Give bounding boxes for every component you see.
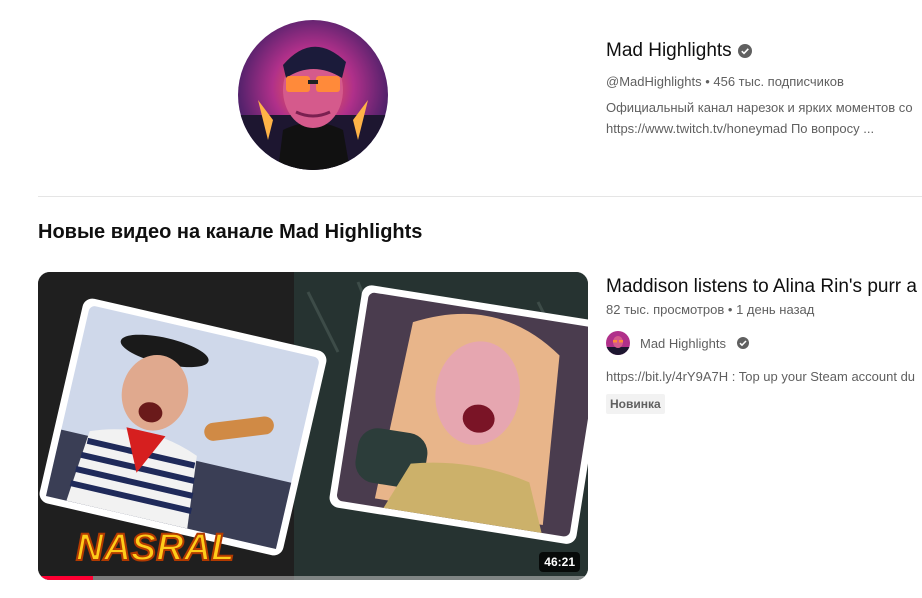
subscriber-count: 456 тыс. подписчиков [713,74,844,89]
duration-badge: 46:21 [539,552,580,572]
upload-age: 1 день назад [736,302,815,317]
meta-separator: • [701,74,714,89]
channel-title-row: Mad Highlights [606,38,922,64]
meta-separator: • [724,302,737,317]
video-channel-row[interactable]: Mad Highlights [606,331,922,355]
video-title[interactable]: Maddison listens to Alina Rin's purr a [606,274,922,300]
channel-title[interactable]: Mad Highlights [606,40,732,62]
channel-handle: @MadHighlights [606,74,702,89]
channel-meta: @MadHighlights • 456 тыс. подписчиков [606,74,922,89]
verified-check-icon [737,337,749,349]
video-description: https://bit.ly/4rY9A7H : Top up your Ste… [606,369,916,384]
video-info: Maddison listens to Alina Rin's purr a 8… [606,274,922,414]
channel-info: Mad Highlights @MadHighlights • 456 тыс.… [606,38,922,139]
thumbnail-text: NASRAL [76,527,234,569]
section-title[interactable]: Новые видео на канале Mad Highlights [38,221,422,244]
verified-check-icon [737,44,752,58]
watch-progress-fill [38,576,93,580]
video-meta: 82 тыс. просмотров • 1 день назад [606,302,922,317]
channel-description-line: https://www.twitch.tv/honeymad По вопрос… [606,121,875,136]
video-channel-name[interactable]: Mad Highlights [640,336,726,351]
watch-progress-bar [38,576,588,580]
channel-avatar[interactable] [238,20,388,170]
video-thumbnail[interactable]: NASRAL 46:21 [38,272,588,580]
channel-description-line: Официальный канал нарезок и ярких момент… [606,100,913,115]
section-divider [38,196,922,197]
new-badge: Новинка [606,394,665,414]
view-count: 82 тыс. просмотров [606,302,725,317]
channel-mini-avatar[interactable] [606,331,630,355]
channel-description[interactable]: Официальный канал нарезок и ярких момент… [606,97,922,139]
